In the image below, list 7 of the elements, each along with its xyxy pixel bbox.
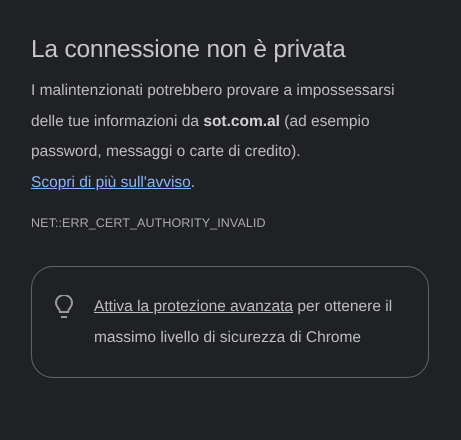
lightbulb-icon [54,295,74,321]
error-code: NET::ERR_CERT_AUTHORITY_INVALID [31,216,266,230]
enhanced-protection-link[interactable]: Attiva la protezione avanzata [94,298,294,315]
warning-message: I malintenzionati potrebbero provare a impossessarsi delle tue informazioni da sot.com.al (ad esempio password, messaggi o carte di credito). Scopri di più sull'avviso. [31,81,396,192]
learn-more-link[interactable]: Scopri di più sull'avviso [31,174,191,190]
page-title: La connessione non è privata [31,35,347,65]
protection-message: Attiva la protezione avanzata per ottenere il massimo livello di sicurezza di Chrome [94,297,394,348]
